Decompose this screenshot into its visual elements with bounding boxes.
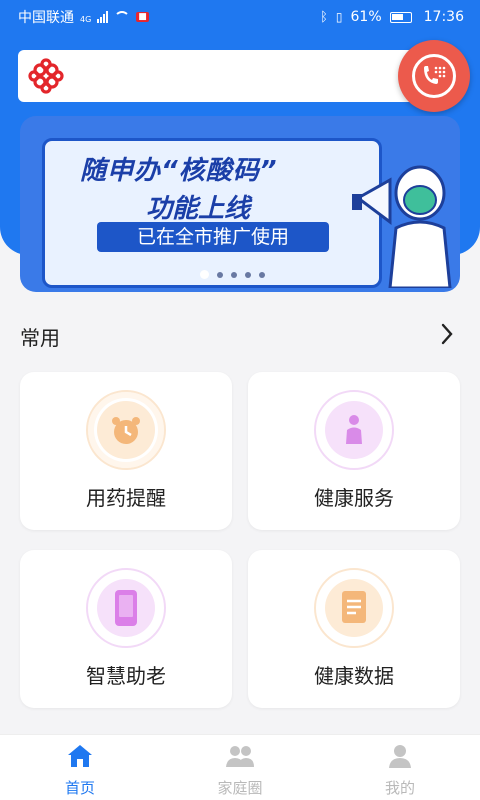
card-medication-reminder[interactable]: 用药提醒 [20,372,232,530]
health-worker-megaphone-illustration [350,138,460,290]
header-bar[interactable] [18,50,462,102]
card-health-data[interactable]: 健康数据 [248,550,460,708]
card-icon-ring [314,390,394,470]
card-icon-ring [314,568,394,648]
chevron-right-icon[interactable] [436,321,458,347]
promo-banner[interactable]: 随申办“核酸码” 功能上线 已在全市推广使用 [20,116,460,292]
signal-icon [97,11,109,23]
nav-label: 我的 [384,779,415,797]
section-title: 常用 [20,326,60,350]
card-label: 用药提醒 [86,486,166,510]
card-icon-ring [86,390,166,470]
caregiver-icon [325,401,383,459]
battery-icon [389,11,412,23]
pager-dot[interactable] [245,271,251,278]
pager-dot[interactable] [259,271,265,278]
card-smart-elderly-aid[interactable]: 智慧助老 [20,550,232,708]
nav-home[interactable]: 首页 [0,735,160,800]
smartphone-icon [97,579,155,637]
banner-headline: 随申办“核酸码” [80,156,278,186]
banner-pager[interactable] [200,270,265,279]
card-icon-ring [86,568,166,648]
document-icon [325,579,383,637]
clock: 17:36 [423,9,464,25]
pager-dot[interactable] [217,271,223,278]
app-notification-icon: ■ [136,12,149,22]
nav-label: 首页 [64,779,95,797]
china-unicom-logo [28,58,64,94]
wifi-icon [114,11,131,23]
card-label: 健康服务 [314,486,394,510]
banner-tagline: 已在全市推广使用 [97,222,329,252]
bluetooth-icon: ᛒ [320,9,328,25]
card-health-service[interactable]: 健康服务 [248,372,460,530]
home-icon [65,743,95,773]
network-type: 4G [80,15,92,24]
pager-dot[interactable] [231,271,237,278]
pager-dot[interactable] [200,270,209,279]
bottom-navigation: 首页 家庭圈 我的 [0,734,480,800]
battery-percent: 61% [350,9,382,25]
nav-label: 家庭圈 [217,779,263,797]
banner-subheadline: 功能上线 [146,194,251,224]
profile-icon [385,743,415,773]
family-icon [224,743,256,773]
call-button[interactable] [398,40,470,112]
phone-dialpad-icon [412,54,456,98]
carrier-name: 中国联通 [18,10,74,26]
card-label: 智慧助老 [86,664,166,688]
nav-family-circle[interactable]: 家庭圈 [160,735,320,800]
vibrate-icon: ▯ [335,10,343,24]
nav-profile[interactable]: 我的 [320,735,480,800]
status-bar: 中国联通 4G ■ ᛒ ▯ 61% 17:36 [0,0,480,34]
card-label: 健康数据 [314,664,394,688]
alarm-clock-icon [97,401,155,459]
